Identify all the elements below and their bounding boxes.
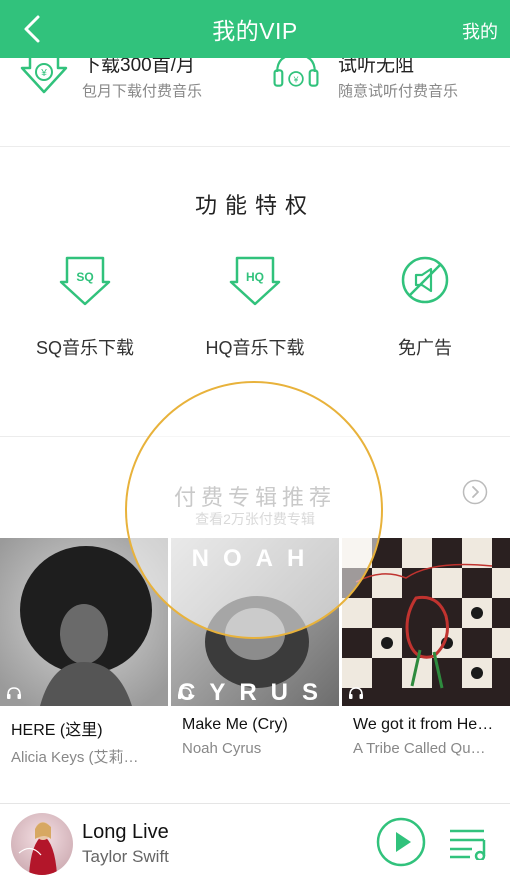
features-title: 功能特权	[194, 193, 315, 218]
my-link[interactable]: 我的	[462, 18, 498, 44]
headphones-icon	[349, 687, 363, 699]
cover-text-top: NOAH	[192, 545, 319, 572]
album-name: HERE (这里)	[11, 722, 103, 739]
feature-hq-label: HQ音乐下载	[205, 338, 305, 358]
album-list: HERE (这里) Alicia Keys (艾莉… NOAH CYRUS Ma…	[0, 538, 510, 768]
feature-no-ads-label: 免广告	[398, 338, 452, 358]
recommend-title[interactable]: 付费专辑推荐	[0, 480, 510, 512]
perk-download-subtitle: 包月下载付费音乐	[82, 83, 203, 100]
divider	[0, 436, 510, 437]
album-cover[interactable]: NOAH CYRUS	[171, 538, 339, 706]
album-card[interactable]: NOAH CYRUS Make Me (Cry) Noah Cyrus	[171, 538, 339, 757]
svg-text:SQ: SQ	[76, 270, 93, 284]
album-card[interactable]: HERE (这里) Alicia Keys (艾莉…	[0, 538, 168, 767]
album-card[interactable]: We got it from He… A Tribe Called Qu…	[342, 538, 510, 757]
cover-text-bottom: CYRUS	[178, 679, 332, 706]
album-cover-art	[0, 538, 168, 706]
chevron-right-circle-icon[interactable]	[462, 479, 488, 505]
album-artist: A Tribe Called Qu…	[353, 740, 486, 757]
feature-no-ads[interactable]: 免广告	[340, 254, 510, 360]
top-bar: 我的VIP 我的	[0, 0, 510, 58]
album-artist: Noah Cyrus	[182, 740, 262, 757]
now-playing-cover-art	[11, 813, 73, 875]
now-playing-artist: Taylor Swift	[82, 847, 169, 866]
album-artist: Alicia Keys (艾莉…	[11, 749, 139, 766]
sq-download-icon: SQ	[59, 256, 111, 306]
feature-sq-label: SQ音乐下载	[35, 338, 134, 358]
no-ads-icon	[401, 256, 449, 304]
album-name: Make Me (Cry)	[182, 716, 288, 733]
svg-text:HQ: HQ	[246, 270, 264, 284]
perk-listen-subtitle: 随意试听付费音乐	[338, 83, 459, 100]
album-cover[interactable]	[342, 538, 510, 706]
feature-sq-download[interactable]: SQ SQ音乐下载	[0, 254, 170, 360]
back-arrow-icon[interactable]	[20, 13, 48, 45]
svg-text:¥: ¥	[293, 74, 299, 84]
album-cover[interactable]	[0, 538, 168, 706]
page-title: 我的VIP	[212, 18, 298, 44]
svg-text:¥: ¥	[40, 68, 47, 79]
now-playing-title: Long Live	[82, 821, 169, 843]
playlist-icon[interactable]	[448, 826, 490, 860]
hq-download-icon: HQ	[229, 256, 281, 306]
album-name: We got it from He…	[353, 716, 494, 733]
headphones-icon	[178, 687, 192, 699]
play-button[interactable]	[376, 817, 426, 867]
feature-hq-download[interactable]: HQ HQ音乐下载	[170, 254, 340, 360]
now-playing-cover[interactable]	[11, 813, 73, 875]
album-cover-art: NOAH CYRUS	[171, 538, 339, 706]
headphones-icon	[7, 687, 21, 699]
mini-player[interactable]: Long Live Taylor Swift	[0, 803, 510, 879]
divider	[0, 146, 510, 147]
album-cover-art	[342, 538, 510, 706]
recommend-subtitle[interactable]: 查看2万张付费专辑	[0, 509, 510, 529]
